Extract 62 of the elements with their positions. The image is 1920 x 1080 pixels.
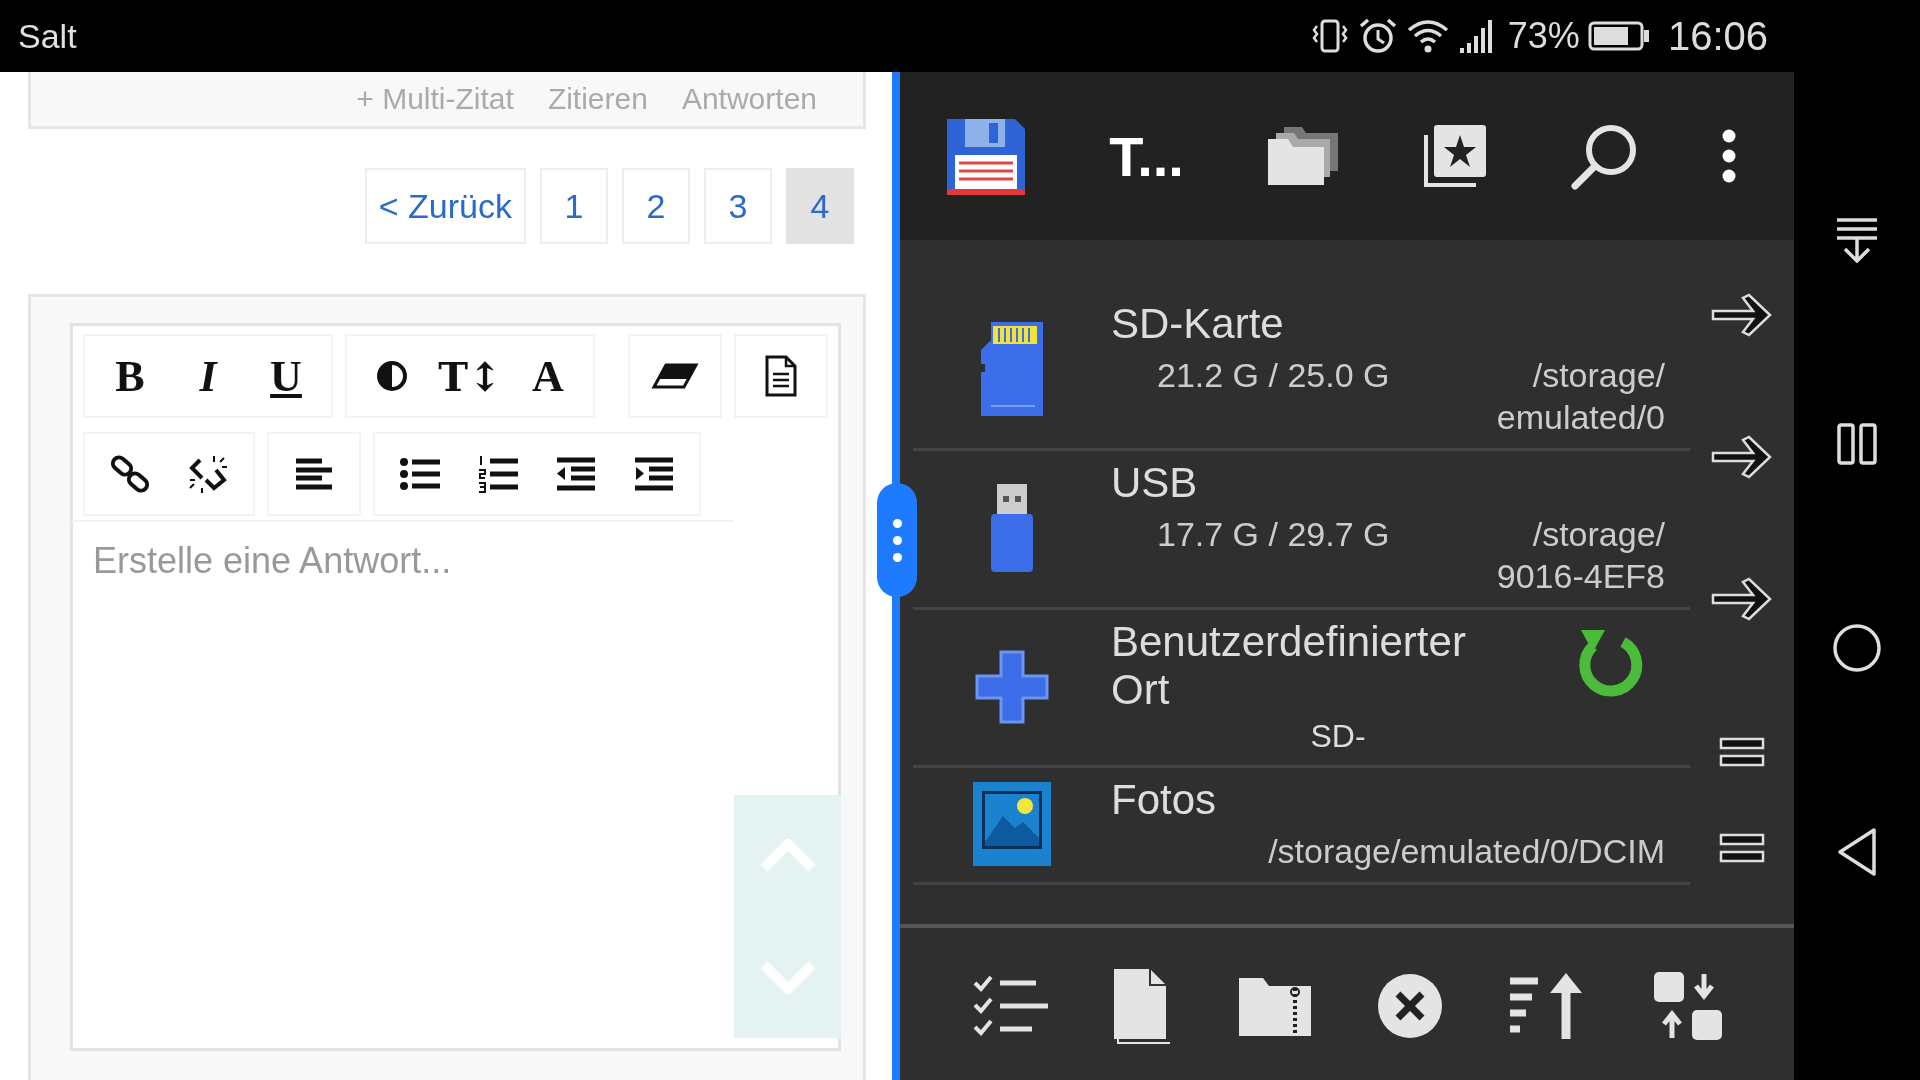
align-left-icon (294, 457, 334, 491)
contrast-icon (376, 360, 408, 392)
link-icon (110, 454, 150, 494)
storage-size: 21.2 G / 25.0 G (1156, 355, 1390, 396)
arrow-right-icon[interactable] (1711, 434, 1773, 480)
drag-handle-icon[interactable] (1719, 833, 1765, 863)
page-button[interactable]: < Zurück (364, 168, 526, 244)
cancel-icon[interactable] (1377, 973, 1444, 1039)
usb-stick-icon (989, 482, 1035, 574)
eraser-icon (650, 361, 700, 391)
bookmark-icon[interactable] (1422, 123, 1489, 189)
storage-size: 17.7 G / 29.7 G (1156, 514, 1390, 555)
indent-icon (633, 457, 675, 491)
image-icon (973, 782, 1051, 866)
font-size-button[interactable]: T↕ (431, 336, 509, 416)
home-icon[interactable] (1832, 623, 1882, 673)
location-name: Benutzerdefinierter Ort (1111, 618, 1467, 714)
storage-path: /storage/ emulated/0 (1496, 355, 1665, 438)
plus-icon (975, 649, 1049, 724)
location-name: SD-Karte (1111, 300, 1284, 348)
bullet-list-icon (399, 457, 441, 491)
location-row[interactable]: USB 17.7 G / 29.7 G /storage/ 9016-4EF8 (913, 451, 1690, 610)
carrier-name: Salt (18, 16, 77, 56)
page-button[interactable]: 1 (540, 168, 608, 244)
sd-card-icon (979, 320, 1045, 418)
arrow-right-icon[interactable] (1711, 292, 1773, 338)
collapse-icon[interactable] (1835, 217, 1879, 263)
split-screen-icon[interactable] (1837, 423, 1877, 465)
location-row[interactable]: Fotos /storage/emulated/0/DCIM (913, 768, 1690, 885)
outdent-icon (555, 457, 597, 491)
battery-percent: 73% (1507, 15, 1580, 57)
file-icon[interactable] (1112, 967, 1173, 1045)
page-button[interactable]: 4 (786, 168, 854, 244)
alarm-icon (1357, 17, 1398, 55)
unlink-icon (188, 454, 228, 494)
page-button[interactable]: 2 (622, 168, 690, 244)
bold-button[interactable]: B (91, 336, 169, 416)
arrow-right-icon[interactable] (1711, 576, 1773, 622)
location-note: SD- (1309, 718, 1367, 755)
more-options-icon[interactable] (1720, 129, 1737, 183)
location-row[interactable]: SD-Karte 21.2 G / 25.0 G /storage/ emulated/0 (913, 240, 1690, 451)
page-button[interactable]: 3 (704, 168, 772, 244)
document-icon (764, 355, 798, 397)
numbered-list-icon (477, 454, 519, 494)
underline-button[interactable]: U (247, 336, 325, 416)
font-button[interactable]: A (509, 336, 587, 416)
location-name: USB (1111, 459, 1198, 507)
italic-button[interactable]: I (169, 336, 247, 416)
storage-path: /storage/ 9016-4EF8 (1496, 514, 1665, 597)
wifi-icon (1405, 18, 1450, 54)
app-title[interactable]: T... (1109, 123, 1184, 189)
location-name: Fotos (1111, 776, 1217, 824)
battery-icon (1587, 21, 1650, 51)
reply-field[interactable]: Erstelle eine Antwort... (70, 520, 734, 1051)
clock-time: 16:06 (1667, 13, 1768, 59)
location-row[interactable]: Benutzerdefinierter Ort SD- (913, 610, 1690, 768)
folders-icon[interactable] (1266, 125, 1341, 187)
storage-path: /storage/emulated/0/DCIM (1268, 831, 1665, 872)
drag-handle-icon[interactable] (1719, 737, 1765, 767)
back-icon[interactable] (1836, 827, 1878, 877)
swap-icon[interactable] (1651, 970, 1724, 1042)
search-icon[interactable] (1570, 122, 1639, 190)
